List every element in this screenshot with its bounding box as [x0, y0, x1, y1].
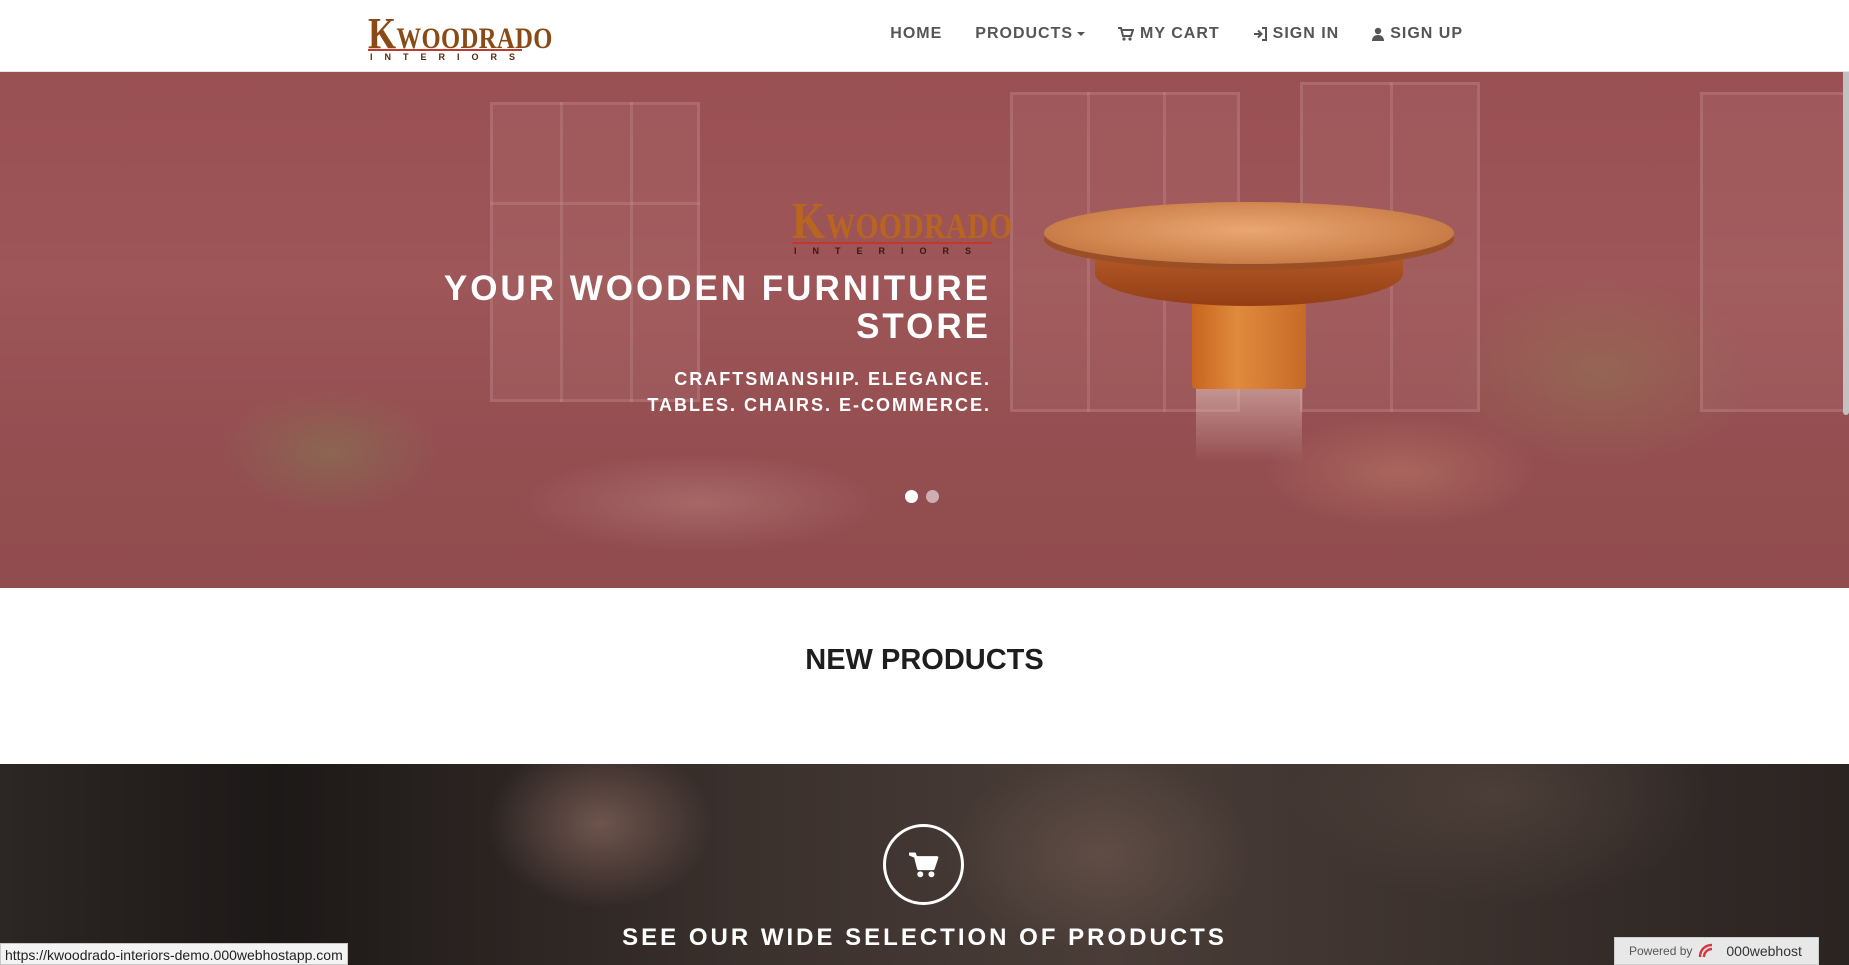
- hero-subtitle: CRAFTSMANSHIP. ELEGANCE. TABLES. CHAIRS.…: [431, 366, 991, 418]
- nav-my-cart[interactable]: MY CART: [1118, 25, 1220, 43]
- round-table-image: [1044, 202, 1454, 264]
- caret-down-icon: [1077, 32, 1086, 36]
- status-bar-url: https://kwoodrado-interiors-demo.000webh…: [0, 943, 348, 965]
- nav-sign-in[interactable]: SIGN IN: [1253, 25, 1340, 43]
- user-icon: [1372, 27, 1385, 41]
- nav-home-label: HOME: [890, 25, 943, 42]
- sign-in-icon: [1253, 27, 1267, 41]
- carousel-indicators: [905, 490, 939, 503]
- carousel-dot-2[interactable]: [926, 490, 939, 503]
- nav-sign-up[interactable]: SIGN UP: [1372, 25, 1463, 43]
- nav-products-label: PRODUCTS: [975, 25, 1074, 42]
- table-pedestal: [1192, 294, 1306, 389]
- cta-cart-button[interactable]: [883, 824, 964, 905]
- hero-subtitle-line2: TABLES. CHAIRS. E-COMMERCE.: [647, 395, 991, 415]
- nav-sign-up-label: SIGN UP: [1390, 25, 1463, 42]
- nav-home[interactable]: HOME: [890, 25, 942, 43]
- nav-products-dropdown[interactable]: PRODUCTS: [975, 25, 1086, 43]
- webhost-logo-icon: [1699, 943, 1713, 958]
- brand-logo[interactable]: KWOODRADO INTERIORS: [368, 8, 552, 62]
- logo-underline: [368, 49, 522, 51]
- hero-logo-tagline: INTERIORS: [794, 246, 988, 256]
- nav-sign-in-label: SIGN IN: [1272, 25, 1340, 42]
- powered-by-label: Powered by: [1629, 944, 1693, 958]
- new-products-heading: NEW PRODUCTS: [805, 644, 1044, 676]
- hero-brand-logo: KWOODRADO INTERIORS: [792, 192, 1012, 262]
- main-nav: HOME PRODUCTS MY CART SIGN IN SIGN UP: [857, 25, 1463, 43]
- powered-by-brand: 000webhost: [1726, 943, 1802, 959]
- powered-by-badge[interactable]: Powered by 000webhost: [1614, 937, 1819, 965]
- hero-carousel: KWOODRADO INTERIORS YOUR WOODEN FURNITUR…: [0, 72, 1849, 588]
- hero-logo-underline: [792, 242, 992, 244]
- shopping-cart-icon: [1118, 27, 1135, 41]
- products-cta-section: SEE OUR WIDE SELECTION OF PRODUCTS: [0, 764, 1849, 965]
- nav-my-cart-label: MY CART: [1140, 25, 1220, 42]
- carousel-dot-1[interactable]: [905, 490, 918, 503]
- navbar: KWOODRADO INTERIORS HOME PRODUCTS MY CAR…: [0, 0, 1849, 72]
- hero-subtitle-line1: CRAFTSMANSHIP. ELEGANCE.: [674, 369, 991, 389]
- shopping-cart-icon: [908, 851, 938, 877]
- logo-tagline: INTERIORS: [370, 52, 528, 62]
- hero-title: YOUR WOODEN FURNITURE STORE: [443, 269, 991, 346]
